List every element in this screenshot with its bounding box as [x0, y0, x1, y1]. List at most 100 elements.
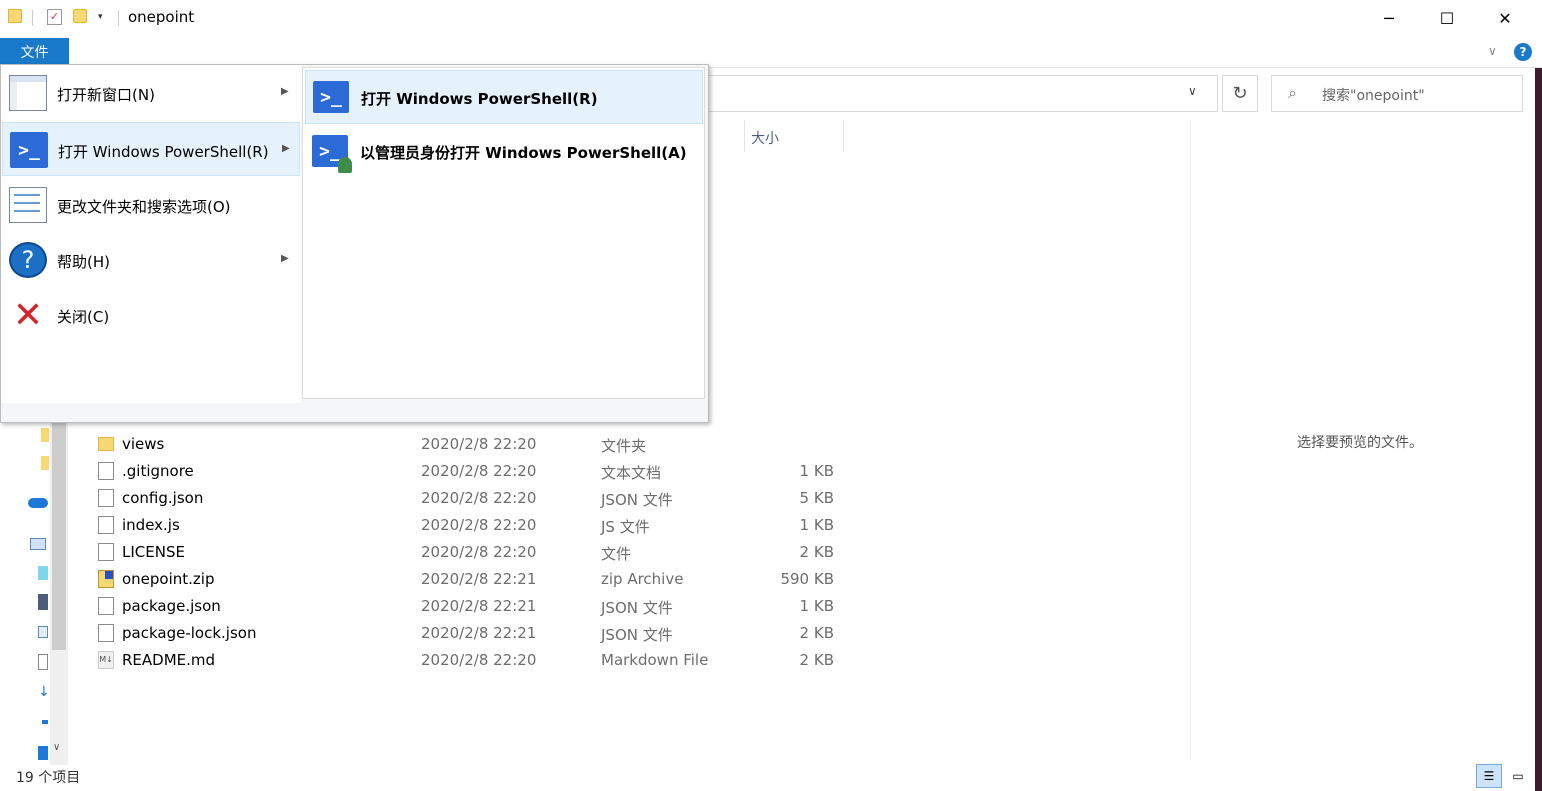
file-name: views	[122, 435, 165, 453]
new-folder-icon[interactable]	[73, 9, 87, 23]
column-divider[interactable]	[744, 120, 745, 152]
file-row[interactable]: index.js 2020/2/8 22:20 JS 文件 1 KB	[96, 512, 856, 539]
nav-scrollbar-thumb[interactable]	[52, 422, 66, 650]
file-name: .gitignore	[122, 462, 194, 480]
file-date: 2020/2/8 22:20	[421, 543, 537, 561]
folder-icon[interactable]	[41, 456, 49, 470]
file-row[interactable]: .gitignore 2020/2/8 22:20 文本文档 1 KB	[96, 458, 856, 485]
music-icon[interactable]	[42, 720, 48, 724]
submenu-item-open-powershell[interactable]: >_ 打开 Windows PowerShell(R)	[305, 70, 703, 124]
text-file-icon	[98, 462, 114, 480]
file-name: package-lock.json	[122, 624, 257, 642]
new-window-icon	[9, 75, 47, 111]
file-date: 2020/2/8 22:20	[421, 489, 537, 507]
file-type: Markdown File	[601, 651, 709, 669]
file-row[interactable]: onepoint.zip 2020/2/8 22:21 zip Archive …	[96, 566, 856, 593]
desktop-icon[interactable]	[38, 746, 48, 760]
js-file-icon	[98, 516, 114, 534]
powershell-submenu: >_ 打开 Windows PowerShell(R) >_ 以管理员身份打开 …	[302, 67, 705, 399]
large-icons-view-button[interactable]: ▭	[1506, 764, 1530, 788]
chevron-down-icon[interactable]: ∨	[53, 742, 60, 753]
file-size: 1 KB	[799, 462, 834, 480]
zip-file-icon	[98, 570, 114, 588]
column-divider[interactable]	[843, 120, 844, 152]
file-tab[interactable]: 文件	[0, 38, 69, 65]
folder-icon[interactable]	[41, 428, 49, 442]
file-size: 590 KB	[780, 570, 834, 588]
powershell-icon: >_	[10, 132, 48, 168]
submenu-arrow-icon: ▶	[282, 143, 290, 154]
divider	[118, 10, 119, 26]
file-size: 2 KB	[799, 543, 834, 561]
menu-item-label: 以管理员身份打开 Windows PowerShell(A)	[360, 144, 687, 162]
preview-divider[interactable]	[1190, 120, 1191, 760]
file-name: onepoint.zip	[122, 570, 215, 588]
minimize-button[interactable]: ─	[1360, 0, 1418, 36]
downloads-icon[interactable]: ↓	[38, 684, 50, 700]
column-header-size[interactable]: 大小	[751, 128, 779, 148]
search-icon: ⌕	[1288, 83, 1297, 102]
help-icon: ?	[9, 242, 47, 278]
file-date: 2020/2/8 22:20	[421, 516, 537, 534]
menu-item-label: 关闭(C)	[57, 308, 110, 326]
folder-icon[interactable]	[8, 9, 22, 23]
file-date: 2020/2/8 22:21	[421, 570, 537, 588]
maximize-button[interactable]: ☐	[1418, 0, 1476, 36]
file-size: 2 KB	[799, 651, 834, 669]
menu-item-folder-options[interactable]: 更改文件夹和搜索选项(O)	[2, 178, 300, 232]
3d-objects-icon[interactable]	[38, 566, 48, 580]
divider	[32, 10, 33, 26]
file-type: JS 文件	[601, 518, 650, 536]
folder-icon	[98, 437, 114, 451]
json-file-icon	[98, 489, 114, 507]
file-date: 2020/2/8 22:21	[421, 597, 537, 615]
help-icon[interactable]: ?	[1514, 43, 1532, 61]
menu-item-powershell[interactable]: >_ 打开 Windows PowerShell(R) ▶	[2, 122, 300, 176]
file-type: zip Archive	[601, 570, 684, 588]
file-date: 2020/2/8 22:21	[421, 624, 537, 642]
window-title: onepoint	[128, 8, 195, 26]
file-type: JSON 文件	[601, 626, 673, 644]
documents-icon[interactable]	[38, 654, 48, 670]
menu-item-label: 打开新窗口(N)	[57, 86, 155, 104]
file-row[interactable]: config.json 2020/2/8 22:20 JSON 文件 5 KB	[96, 485, 856, 512]
file-row[interactable]: package.json 2020/2/8 22:21 JSON 文件 1 KB	[96, 593, 856, 620]
pictures-icon[interactable]	[38, 626, 48, 638]
menu-item-label: 帮助(H)	[57, 253, 110, 271]
file-icon	[98, 543, 114, 561]
menu-item-close[interactable]: ✕ 关闭(C)	[2, 288, 300, 342]
refresh-button[interactable]: ↻	[1222, 75, 1258, 112]
file-size: 1 KB	[799, 516, 834, 534]
file-type: 文本文档	[601, 464, 662, 482]
submenu-item-open-powershell-admin[interactable]: >_ 以管理员身份打开 Windows PowerShell(A)	[305, 125, 703, 179]
file-size: 1 KB	[799, 597, 834, 615]
file-row[interactable]: package-lock.json 2020/2/8 22:21 JSON 文件…	[96, 620, 856, 647]
file-date: 2020/2/8 22:20	[421, 651, 537, 669]
onedrive-icon[interactable]	[28, 498, 48, 508]
properties-icon[interactable]: ✓	[47, 9, 62, 25]
videos-icon[interactable]	[38, 594, 48, 610]
file-row[interactable]: LICENSE 2020/2/8 22:20 文件 2 KB	[96, 539, 856, 566]
close-button[interactable]: ✕	[1476, 0, 1534, 36]
file-size: 5 KB	[799, 489, 834, 507]
menu-item-new-window[interactable]: 打开新窗口(N) ▶	[2, 66, 300, 120]
file-name: README.md	[122, 651, 216, 669]
menu-item-help[interactable]: ? 帮助(H) ▶	[2, 233, 300, 287]
customize-toolbar-icon[interactable]: ▾	[98, 12, 103, 22]
file-row[interactable]: views 2020/2/8 22:20 文件夹	[96, 431, 856, 458]
file-row[interactable]: M↓ README.md 2020/2/8 22:20 Markdown Fil…	[96, 647, 856, 674]
menu-item-label: 更改文件夹和搜索选项(O)	[57, 198, 231, 216]
chevron-down-icon[interactable]: ∨	[1188, 84, 1197, 98]
details-view-button[interactable]: ☰	[1476, 764, 1502, 788]
menu-item-label: 打开 Windows PowerShell(R)	[361, 90, 598, 108]
powershell-admin-icon: >_	[312, 135, 352, 173]
this-pc-icon[interactable]	[30, 538, 46, 550]
address-bar[interactable]	[700, 75, 1218, 112]
file-name: index.js	[122, 516, 180, 534]
submenu-arrow-icon: ▶	[281, 253, 289, 264]
preview-message: 选择要预览的文件。	[1297, 435, 1423, 451]
status-item-count: 19 个项目	[16, 770, 81, 786]
file-date: 2020/2/8 22:20	[421, 435, 537, 453]
chevron-down-icon[interactable]: ∨	[1488, 44, 1497, 58]
file-size: 2 KB	[799, 624, 834, 642]
